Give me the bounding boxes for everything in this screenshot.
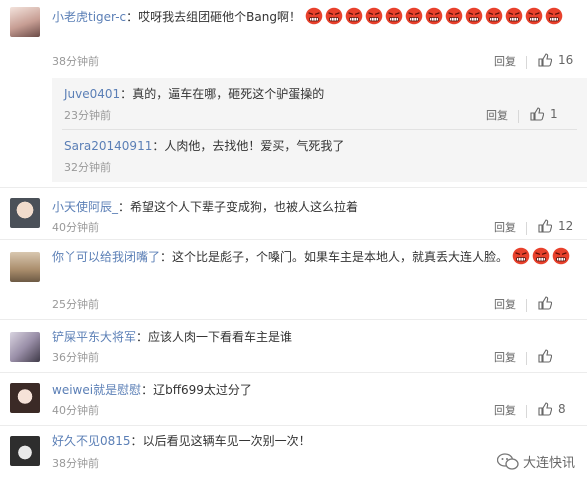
- username-link[interactable]: Juve0401: [64, 87, 120, 101]
- angry-face-icon: [532, 247, 550, 265]
- wechat-icon: [496, 452, 519, 470]
- reply-button[interactable]: 回复: [494, 350, 516, 366]
- username-link[interactable]: 小老虎tiger-c: [52, 10, 126, 24]
- angry-face-icon: [325, 7, 343, 25]
- angry-face-icon: [445, 7, 463, 25]
- like-button[interactable]: [538, 349, 552, 363]
- thumbs-up-icon: [538, 402, 552, 416]
- watermark: 大连快讯: [496, 452, 575, 471]
- timestamp: 40分钟前: [52, 404, 99, 417]
- timestamp: 38分钟前: [52, 457, 99, 470]
- angry-face-icon: [505, 7, 523, 25]
- divider: [526, 56, 527, 69]
- reply-text: 真的，逼车在哪，砸死这个驴蛋操的: [132, 87, 325, 101]
- angry-face-icon: [485, 7, 503, 25]
- timestamp: 25分钟前: [52, 298, 99, 311]
- comment-text: 这个比是彪子，个嗓门。如果车主是本地人，就真丢大连人脸。: [172, 250, 509, 264]
- timestamp: 40分钟前: [52, 221, 99, 234]
- like-button[interactable]: 16: [538, 53, 573, 67]
- username-link[interactable]: Sara20140911: [64, 139, 152, 153]
- divider: [526, 405, 527, 418]
- like-button[interactable]: 12: [538, 219, 573, 233]
- angry-face-icon: [345, 7, 363, 25]
- timestamp: 23分钟前: [64, 109, 111, 122]
- comment-4: 铲屎平东大将军：应该人肉一下看看车主是谁 36分钟前 回复: [0, 320, 587, 372]
- timestamp: 36分钟前: [52, 351, 99, 364]
- like-count: 12: [558, 219, 574, 233]
- username-link[interactable]: weiwei就是慰慰: [52, 383, 141, 397]
- emoji-row: [305, 7, 565, 25]
- angry-face-icon: [545, 7, 563, 25]
- divider: [518, 110, 519, 123]
- comment-text: 希望这个人下辈子变成狗，也被人这么拉着: [130, 200, 359, 214]
- username-link[interactable]: 好久不见0815: [52, 434, 131, 448]
- comment-3: 你丫可以给我闭嘴了：这个比是彪子，个嗓门。如果车主是本地人，就真丢大连人脸。 2…: [0, 240, 587, 316]
- angry-face-icon: [405, 7, 423, 25]
- reply-item-1: Juve0401：真的，逼车在哪，砸死这个驴蛋操的 23分钟前 回复 1: [52, 78, 587, 130]
- username-link[interactable]: 你丫可以给我闭嘴了: [52, 250, 160, 264]
- like-count: 8: [558, 402, 566, 416]
- thumbs-up-icon: [538, 53, 552, 67]
- angry-face-icon: [465, 7, 483, 25]
- reply-text: 人肉他，去找他！爱买，气死我了: [164, 139, 345, 153]
- angry-face-icon: [305, 7, 323, 25]
- timestamp: 38分钟前: [52, 55, 99, 68]
- comment-text: 以后看见这辆车见一次别一次！: [142, 434, 311, 448]
- divider: [526, 299, 527, 312]
- divider: [526, 352, 527, 365]
- avatar[interactable]: [10, 252, 40, 282]
- timestamp: 32分钟前: [64, 161, 111, 174]
- avatar[interactable]: [10, 198, 40, 228]
- reply-button[interactable]: 回复: [494, 54, 516, 70]
- like-count: 1: [550, 107, 558, 121]
- avatar[interactable]: [10, 436, 40, 466]
- angry-face-icon: [365, 7, 383, 25]
- comment-2: 小天使阿辰_：希望这个人下辈子变成狗，也被人这么拉着 40分钟前 回复 12: [0, 188, 587, 236]
- like-button[interactable]: [538, 296, 552, 310]
- username-link[interactable]: 小天使阿辰_: [52, 200, 118, 214]
- like-button[interactable]: 8: [538, 402, 566, 416]
- reply-button[interactable]: 回复: [494, 297, 516, 313]
- angry-face-icon: [385, 7, 403, 25]
- comment-text: 哎呀我去组团砸他个Bang啊！: [138, 10, 301, 24]
- like-count: 16: [558, 53, 574, 67]
- replies-panel: Juve0401：真的，逼车在哪，砸死这个驴蛋操的 23分钟前 回复 1 Sar…: [52, 78, 587, 182]
- reply-button[interactable]: 回复: [494, 403, 516, 419]
- like-button[interactable]: 1: [530, 107, 558, 121]
- thumbs-up-icon: [538, 296, 552, 310]
- comment-text: 应该人肉一下看看车主是谁: [148, 330, 293, 344]
- angry-face-icon: [552, 247, 570, 265]
- reply-button[interactable]: 回复: [494, 220, 516, 236]
- comment-1: 小老虎tiger-c：哎呀我去组团砸他个Bang啊！ 38分钟前 回复 16: [0, 0, 587, 78]
- comment-5: weiwei就是慰慰：辽bff699太过分了 40分钟前 回复 8: [0, 373, 587, 425]
- divider: [526, 222, 527, 235]
- emoji-row: [512, 247, 572, 265]
- thumbs-up-icon: [538, 219, 552, 233]
- angry-face-icon: [425, 7, 443, 25]
- reply-item-2: Sara20140911：人肉他，去找他！爱买，气死我了 32分钟前: [64, 139, 345, 174]
- thumbs-up-icon: [530, 107, 544, 121]
- avatar[interactable]: [10, 332, 40, 362]
- angry-face-icon: [525, 7, 543, 25]
- avatar[interactable]: [10, 7, 40, 37]
- avatar[interactable]: [10, 383, 40, 413]
- username-link[interactable]: 铲屎平东大将军: [52, 330, 136, 344]
- watermark-text: 大连快讯: [522, 456, 575, 471]
- reply-button[interactable]: 回复: [486, 108, 508, 124]
- angry-face-icon: [512, 247, 530, 265]
- comment-text: 辽bff699太过分了: [153, 383, 252, 397]
- thumbs-up-icon: [538, 349, 552, 363]
